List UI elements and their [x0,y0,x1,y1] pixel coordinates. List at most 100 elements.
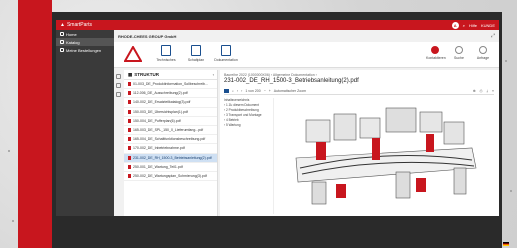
brand-logo-icon [124,46,142,62]
file-item[interactable]: 165-003_DE_SPL_150_0_Lieferumfang...pdf [124,126,217,136]
brand-label: SmartParts [66,22,92,28]
file-label: 112-006_DE_Ausschreibung(2).pdf [133,91,188,96]
tool-technisches[interactable]: Technisches [154,45,178,62]
search-icon[interactable]: ⌕ [232,89,234,93]
tool-label: Anfrage [476,56,490,60]
more-icon[interactable]: » [492,89,494,93]
file-list: 01-003_DE_Produktinformation_Sollbeschre… [124,80,217,182]
machine-drawing [295,107,477,205]
file-label: 165-004_DE_Schaltfunktionsbeschreibung.p… [133,137,206,142]
sidebar-item-label: Katalog [66,39,80,45]
sidebar-item-katalog[interactable]: Katalog [56,38,114,46]
pdf-icon [128,91,131,96]
collapse-icon[interactable]: ‹ [213,72,214,77]
toolbar: Technisches Schaltplan Dokumentation Kon… [114,42,499,68]
download-icon[interactable]: ⤓ [486,89,488,93]
tool-anfrage[interactable]: Anfrage [474,46,492,60]
account-menu[interactable]: KUNDE [481,23,495,28]
structure-header: ▦ STRUKTUR ‹ [124,70,217,80]
file-label: 140-002_DE_Ersatzteilkatalog(3).pdf [133,100,191,105]
file-label: 170-002_DE_Inbetriebnahme.pdf [133,146,185,151]
tool-suche[interactable]: Suche [450,46,468,60]
pdf-icon [128,109,131,114]
search-icon [455,46,463,54]
file-label: 150-003_DE_Übersichtsplan(1).pdf [133,109,188,114]
file-item[interactable]: 150-004_DE_Pufferplan(6).pdf [124,117,217,126]
file-item[interactable]: 112-006_DE_Ausschreibung(2).pdf [124,89,217,99]
circuit-icon [191,45,201,56]
sidebar-item-label: Meine Bestellungen [66,47,102,53]
contact-icon [431,46,439,54]
zoom-out-icon[interactable]: − [264,89,266,93]
view-switcher [116,70,122,216]
folder-icon: ▦ [128,71,133,77]
content-body: ▦ STRUKTUR ‹ 01-003_DE_Produktinformatio… [114,70,499,216]
file-item[interactable]: 140-002_DE_Ersatzteilkatalog(3).pdf [124,98,217,108]
top-bar: ▲ SmartParts A ⌕ Hilfe KUNDE [56,20,499,30]
document-page [276,98,494,214]
decorative-red-bar [18,0,52,248]
pdf-icon [128,118,131,123]
list-icon [60,48,64,52]
print-icon[interactable]: ⎙ [480,89,483,93]
file-item[interactable]: 250-001_DE_Wartung_Teil1.pdf [124,163,217,172]
document-viewer: Baureihe 2022 (1000000X06) › Allgemeine … [220,70,499,216]
pdf-icon [128,173,131,178]
sidebar-item-bestellungen[interactable]: Meine Bestellungen [56,46,114,54]
company-title: RHODE-CHEES GROUP GmbH [118,34,177,39]
tool-label: Technisches [156,58,176,62]
page-prev-icon[interactable]: ‹ [237,89,238,93]
file-label: 01-003_DE_Produktinformation_Sollbeschre… [133,82,208,87]
tool-kontaktieren[interactable]: Kontaktieren [426,46,446,60]
tool-label: Schaltplan [187,58,205,62]
zoom-select[interactable]: Automatischer Zoom [274,89,306,93]
cart-icon [479,46,487,54]
tool-label: Suche [454,56,464,60]
file-label: 231-002_DE_RH_1500-3_Betriebsanleitung(2… [133,155,212,160]
tool-label: Kontaktieren [426,56,446,60]
pdf-icon [128,82,131,87]
file-label: 165-003_DE_SPL_150_0_Lieferumfang...pdf [133,128,204,133]
zoom-in-icon[interactable]: + [269,89,271,93]
present-icon[interactable]: ⊕ [473,89,476,93]
book-icon [60,40,64,44]
pdf-icon [128,100,131,105]
grid-view-icon[interactable] [116,74,121,79]
tool-dokumentation[interactable]: Dokumentation [214,45,238,62]
tree-view-icon[interactable] [116,92,121,97]
sidebar: Home Katalog Meine Bestellungen [56,30,114,216]
page-next-icon[interactable]: › [241,89,242,93]
file-item[interactable]: 165-004_DE_Schaltfunktionsbeschreibung.p… [124,135,217,145]
pdf-icon [128,155,131,160]
sidebar-toggle-icon[interactable] [224,89,229,93]
sidebar-item-label: Home [66,31,77,37]
breadcrumb[interactable]: Baureihe 2022 (1000000X06) › Allgemeine … [224,73,317,77]
sidebar-item-home[interactable]: Home [56,30,114,38]
pdf-toolbar: ⌕ ‹ › 1 von 200 − + Automatischer Zoom ⊕… [224,88,494,95]
brand[interactable]: ▲ SmartParts [60,22,92,28]
file-label: 250-001_DE_Wartung_Teil1.pdf [133,164,183,169]
file-item[interactable]: 250-002_DE_Wartungsplan_Schmierung(3).pd… [124,172,217,182]
help-link[interactable]: Hilfe [469,23,477,28]
tool-schaltplan[interactable]: Schaltplan [184,45,208,62]
document-outline: Inhaltsverzeichnis › 1 Zu diesem Dokument… [224,98,274,214]
file-item[interactable]: 150-003_DE_Übersichtsplan(1).pdf [124,108,217,117]
page-indicator[interactable]: 1 von 200 [245,89,260,93]
pdf-icon [128,137,131,142]
structure-title: STRUKTUR [134,72,160,77]
list-view-icon[interactable] [116,83,121,88]
app-window: ▲ SmartParts A ⌕ Hilfe KUNDE Home Katalo… [56,20,499,216]
expand-icon[interactable]: ⤢ [491,33,495,39]
file-item[interactable]: 01-003_DE_Produktinformation_Sollbeschre… [124,80,217,90]
language-flag-icon[interactable] [503,242,509,246]
pdf-icon [128,164,131,169]
outline-item[interactable]: › 5 Wartung [224,123,273,128]
search-icon[interactable]: ⌕ [463,23,465,28]
home-icon [60,32,64,36]
avatar[interactable]: A [451,21,459,29]
pdf-icon [128,128,131,133]
pdf-icon [128,146,131,151]
tech-doc-icon [161,45,171,56]
file-item[interactable]: 170-002_DE_Inbetriebnahme.pdf [124,144,217,154]
file-item[interactable]: 231-002_DE_RH_1500-3_Betriebsanleitung(2… [124,153,217,163]
